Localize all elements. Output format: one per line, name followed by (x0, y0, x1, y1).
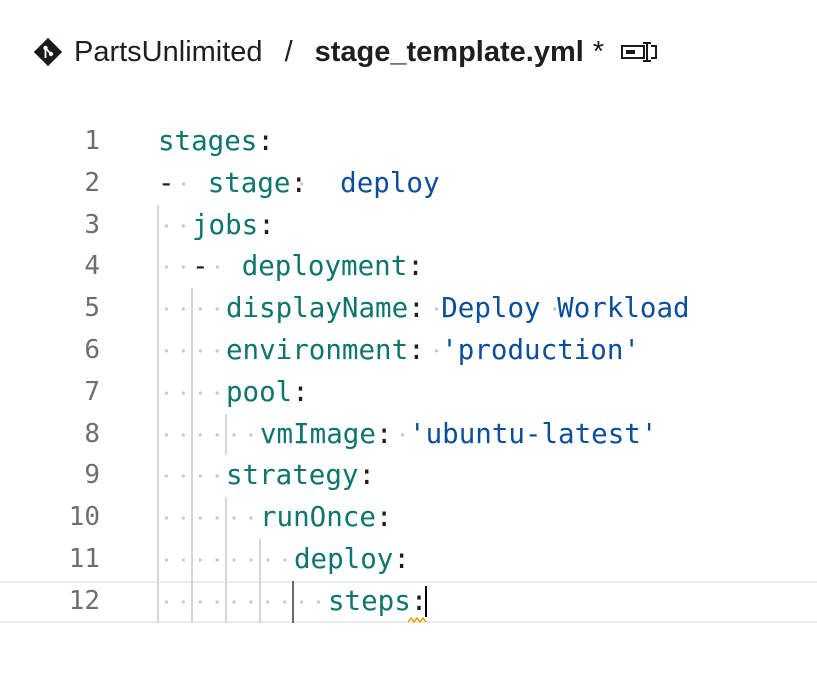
git-diamond-icon (33, 37, 63, 67)
line-number: 2 (84, 167, 100, 198)
yaml-colon: : (258, 208, 275, 241)
yaml-key: steps (328, 584, 411, 617)
yaml-value: 'production' (441, 333, 640, 366)
line-number: 1 (84, 126, 100, 156)
whitespace-dots (158, 204, 192, 247)
code-line[interactable]: 11 deploy: (0, 538, 817, 581)
line-number: 9 (84, 460, 100, 491)
yaml-colon: : (257, 125, 274, 157)
code-line[interactable]: 2 - stage: deploy (0, 162, 817, 205)
code-text: jobs: (192, 205, 275, 247)
line-number: 7 (84, 376, 100, 407)
yaml-dash: - (158, 166, 175, 199)
code-text: environment: 'production' (226, 330, 640, 372)
yaml-value: deploy (340, 166, 440, 199)
yaml-colon: : (375, 501, 393, 534)
yaml-colon: : (292, 375, 309, 408)
whitespace-dots (158, 580, 328, 623)
line-number: 10 (68, 502, 100, 533)
code-line[interactable]: 9 strategy: (0, 455, 817, 498)
code-text: strategy: (226, 455, 375, 497)
yaml-value: 'ubuntu-latest' (409, 417, 658, 450)
yaml-key: deploy (294, 542, 394, 575)
yaml-key: deployment (241, 250, 408, 283)
text-cursor (425, 585, 427, 617)
yaml-colon: : (407, 250, 424, 283)
code-line[interactable]: 6 environment: 'production' (0, 329, 817, 372)
code-text: deploy: (294, 539, 410, 581)
yaml-dash: - (192, 250, 209, 283)
code-line[interactable]: 7 pool: (0, 371, 817, 414)
line-number: 3 (84, 209, 100, 240)
yaml-key: environment (226, 333, 409, 366)
code-text: pool: (226, 372, 309, 414)
whitespace-dots (158, 497, 260, 539)
unsaved-indicator: * (592, 35, 605, 68)
code-line[interactable]: 1 stages: (0, 121, 817, 163)
yaml-key: strategy (226, 459, 359, 492)
yaml-key: vmImage (260, 417, 376, 450)
line-number: 5 (84, 293, 100, 324)
yaml-colon: : (290, 166, 308, 199)
yaml-key: runOnce (260, 501, 376, 534)
code-text: runOnce: (260, 497, 392, 539)
file-name: stage_template.yml (314, 35, 584, 68)
code-line-current[interactable]: 12 steps: (0, 580, 817, 623)
yaml-key: pool (226, 375, 293, 408)
code-editor[interactable]: 1 stages: 2 - stage: deploy 3 jobs: 4 - … (0, 121, 817, 623)
code-line[interactable]: 3 jobs: (0, 204, 817, 247)
line-number: 4 (84, 251, 100, 282)
whitespace-dots (158, 246, 192, 289)
code-line[interactable]: 4 - deployment: (0, 246, 817, 289)
repo-name-link[interactable]: PartsUnlimited (74, 36, 263, 69)
whitespace-dots (158, 288, 226, 330)
code-text: displayName: Deploy Workload (226, 288, 690, 330)
yaml-colon: : (375, 417, 393, 450)
rename-icon[interactable] (620, 37, 658, 67)
code-text: - deployment: (192, 246, 424, 288)
warning-squiggle (408, 616, 427, 623)
yaml-key: stages (158, 125, 258, 157)
code-text: vmImage: 'ubuntu-latest' (260, 414, 657, 456)
yaml-key: displayName (226, 292, 409, 325)
yaml-key: stage (207, 166, 291, 199)
whitespace-dots (158, 371, 226, 414)
code-text: - stage: deploy (158, 163, 440, 205)
code-line[interactable]: 10 runOnce: (0, 497, 817, 539)
yaml-value: Deploy Workload (441, 292, 690, 325)
line-number: 6 (84, 334, 100, 365)
yaml-colon: : (408, 292, 425, 325)
yaml-colon: : (393, 542, 410, 575)
line-number: 11 (68, 543, 100, 574)
breadcrumb-separator: / (284, 35, 293, 68)
breadcrumb: PartsUnlimited / stage_template.yml * (33, 30, 658, 74)
yaml-colon: : (358, 459, 376, 492)
whitespace-dots (158, 329, 226, 372)
yaml-key: jobs (192, 208, 259, 241)
whitespace-dots (158, 413, 260, 456)
code-line[interactable]: 8 vmImage: 'ubuntu-latest' (0, 413, 817, 456)
code-line[interactable]: 5 displayName: Deploy Workload (0, 288, 817, 330)
line-number: 8 (84, 418, 100, 449)
yaml-colon: : (408, 333, 425, 366)
whitespace-dots (158, 538, 294, 581)
line-number: 12 (68, 585, 100, 616)
code-text: stages: (158, 121, 274, 163)
whitespace-dots (158, 455, 226, 498)
